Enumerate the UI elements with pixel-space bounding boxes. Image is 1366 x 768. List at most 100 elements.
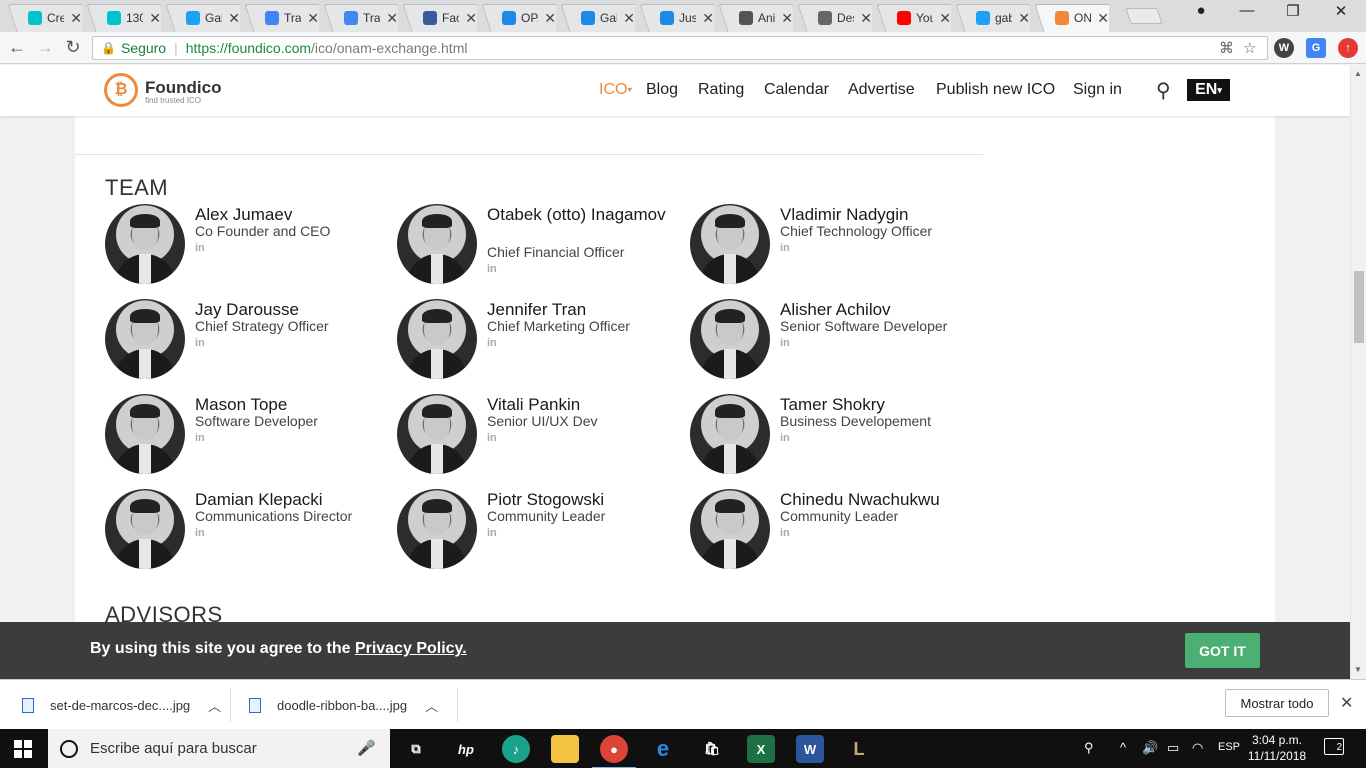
browser-tab[interactable]: gab ✕ (954, 4, 1030, 32)
file-explorer-icon[interactable] (551, 735, 579, 763)
browser-tab[interactable]: Des ✕ (796, 4, 872, 32)
system-clock[interactable]: 3:04 p.m. 11/11/2018 (1246, 732, 1308, 764)
notification-center-icon[interactable]: 2 (1324, 738, 1344, 755)
foundico-logo-icon[interactable]: ₿ (104, 73, 138, 107)
back-button[interactable]: ← (6, 37, 28, 58)
browser-tab[interactable]: Ani ✕ (717, 4, 793, 32)
browser-tab[interactable]: Cre ✕ (6, 4, 82, 32)
reload-button[interactable]: ↻ (62, 37, 84, 58)
linkedin-icon[interactable]: in (780, 337, 790, 349)
linkedin-icon[interactable]: in (487, 337, 497, 349)
tab-close-icon[interactable]: ✕ (544, 10, 556, 27)
extension-update-icon[interactable]: ↑ (1338, 38, 1358, 58)
edge-icon[interactable]: e (649, 735, 677, 763)
bookmark-star-icon[interactable]: ☆ (1243, 39, 1256, 57)
input-language[interactable]: ESP (1218, 741, 1240, 753)
tab-close-icon[interactable]: ✕ (702, 10, 714, 27)
league-of-legends-icon[interactable]: L (845, 735, 873, 763)
close-window-button[interactable]: ✕ (1318, 2, 1364, 20)
tab-close-icon[interactable]: ✕ (1018, 10, 1030, 27)
browser-tab[interactable]: OPA ✕ (480, 4, 556, 32)
new-tab-button[interactable] (1125, 8, 1163, 24)
nav-sign-in[interactable]: Sign in (1073, 81, 1122, 99)
scroll-thumb[interactable] (1354, 271, 1364, 343)
language-selector[interactable]: EN ▾ (1187, 79, 1230, 101)
tab-close-icon[interactable]: ✕ (149, 10, 161, 27)
linkedin-icon[interactable]: in (487, 527, 497, 539)
show-all-downloads-button[interactable]: Mostrar todo (1225, 689, 1329, 717)
nav-rating[interactable]: Rating (698, 81, 744, 99)
logo-name[interactable]: Foundico (145, 78, 221, 98)
task-view-icon[interactable]: ⧉ (402, 735, 430, 763)
hp-icon[interactable]: hp (452, 735, 480, 763)
download-item[interactable]: doodle-ribbon-ba....jpg ︿ (249, 680, 438, 730)
linkedin-icon[interactable]: in (195, 242, 205, 254)
foundico-icon (1055, 11, 1069, 25)
word-icon[interactable]: W (796, 735, 824, 763)
microphone-icon[interactable]: 🎤 (357, 739, 376, 757)
browser-tab[interactable]: Trac ✕ (243, 4, 319, 32)
nav-calendar[interactable]: Calendar (764, 81, 829, 99)
tab-close-icon[interactable]: ✕ (623, 10, 635, 27)
tab-close-icon[interactable]: ✕ (307, 10, 319, 27)
taskbar-search-box[interactable]: Escribe aquí para buscar 🎤 (48, 729, 390, 768)
got-it-button[interactable]: GOT IT (1185, 633, 1260, 668)
scroll-up-arrow-icon[interactable]: ▲ (1354, 69, 1362, 78)
tray-chevron-up-icon[interactable]: ^ (1120, 740, 1126, 755)
tab-close-icon[interactable]: ✕ (70, 10, 82, 27)
team-member-card: Alisher Achilov Senior Software Developer… (690, 299, 970, 389)
browser-tab[interactable]: Just ✕ (638, 4, 714, 32)
extension-translate-icon[interactable]: G (1306, 38, 1326, 58)
extension-w-icon[interactable]: W (1274, 38, 1294, 58)
tab-close-icon[interactable]: ✕ (1097, 10, 1109, 27)
linkedin-icon[interactable]: in (487, 432, 497, 444)
store-icon[interactable]: 🛍 (698, 735, 726, 763)
translate-icon[interactable]: ⌘ (1219, 39, 1234, 57)
tab-close-icon[interactable]: ✕ (228, 10, 240, 27)
linkedin-icon[interactable]: in (780, 432, 790, 444)
linkedin-icon[interactable]: in (195, 432, 205, 444)
tab-close-icon[interactable]: ✕ (860, 10, 872, 27)
linkedin-icon[interactable]: in (487, 263, 497, 275)
wifi-icon[interactable]: ◠ (1192, 740, 1203, 756)
linkedin-icon[interactable]: in (780, 242, 790, 254)
browser-tab[interactable]: Gab ✕ (164, 4, 240, 32)
people-icon[interactable]: ⚲ (1084, 740, 1094, 756)
chrome-icon[interactable]: ● (592, 735, 636, 768)
address-bar[interactable]: 🔒 Seguro | https://foundico.com /ico/ona… (92, 36, 1268, 60)
volume-icon[interactable]: 🔊 (1142, 740, 1158, 756)
browser-tab[interactable]: Fac ✕ (401, 4, 477, 32)
maximize-button[interactable]: ❐ (1270, 2, 1316, 20)
chevron-up-icon[interactable]: ︿ (208, 696, 221, 715)
windows-start-icon[interactable] (14, 740, 32, 758)
tab-close-icon[interactable]: ✕ (386, 10, 398, 27)
linkedin-icon[interactable]: in (195, 337, 205, 349)
nav-blog[interactable]: Blog (646, 81, 678, 99)
nav-publish-new-ico[interactable]: Publish new ICO (936, 81, 1055, 99)
tab-close-icon[interactable]: ✕ (781, 10, 793, 27)
nav-ico[interactable]: ICO▾ (599, 81, 632, 99)
page-scrollbar[interactable]: ▲ ▼ (1350, 65, 1366, 679)
chevron-up-icon[interactable]: ︿ (425, 696, 438, 715)
nav-advertise[interactable]: Advertise (848, 81, 915, 99)
privacy-policy-link[interactable]: Privacy Policy. (355, 640, 467, 657)
browser-tab[interactable]: You ✕ (875, 4, 951, 32)
profile-icon[interactable]: ● (1178, 2, 1224, 19)
excel-icon[interactable]: X (747, 735, 775, 763)
battery-icon[interactable]: ▭ (1167, 740, 1179, 756)
close-shelf-icon[interactable]: ✕ (1340, 693, 1353, 713)
scroll-down-arrow-icon[interactable]: ▼ (1354, 665, 1362, 674)
media-app-icon[interactable]: ♪ (502, 735, 530, 763)
tab-close-icon[interactable]: ✕ (939, 10, 951, 27)
browser-tab[interactable]: ON ✕ (1033, 4, 1109, 32)
linkedin-icon[interactable]: in (195, 527, 205, 539)
search-icon[interactable]: ⚲ (1156, 78, 1171, 103)
tab-close-icon[interactable]: ✕ (465, 10, 477, 27)
browser-tab[interactable]: Gab ✕ (559, 4, 635, 32)
browser-tab[interactable]: 130 ✕ (85, 4, 161, 32)
linkedin-icon[interactable]: in (780, 527, 790, 539)
download-item[interactable]: set-de-marcos-dec....jpg ︿ (22, 680, 221, 730)
forward-button[interactable]: → (34, 37, 56, 58)
minimize-button[interactable]: — (1224, 2, 1270, 19)
browser-tab[interactable]: Trac ✕ (322, 4, 398, 32)
